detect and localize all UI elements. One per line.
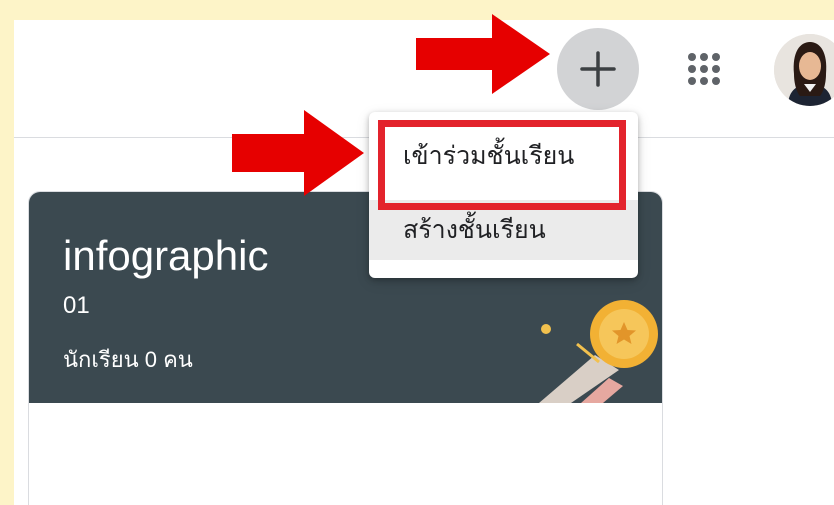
class-section: 01 [63, 292, 90, 319]
plus-icon [580, 51, 616, 87]
class-title[interactable]: infographic [63, 232, 268, 280]
arrow-to-join-class-icon [232, 110, 364, 196]
create-or-join-button[interactable] [557, 28, 639, 110]
google-apps-button[interactable] [684, 49, 724, 89]
apps-grid-icon [688, 53, 720, 85]
student-count: นักเรียน 0 คน [63, 347, 193, 372]
join-class-highlight-box [378, 120, 626, 210]
user-avatar-icon [774, 34, 834, 106]
arrow-to-add-button-icon [416, 14, 550, 94]
account-avatar[interactable] [774, 34, 834, 106]
